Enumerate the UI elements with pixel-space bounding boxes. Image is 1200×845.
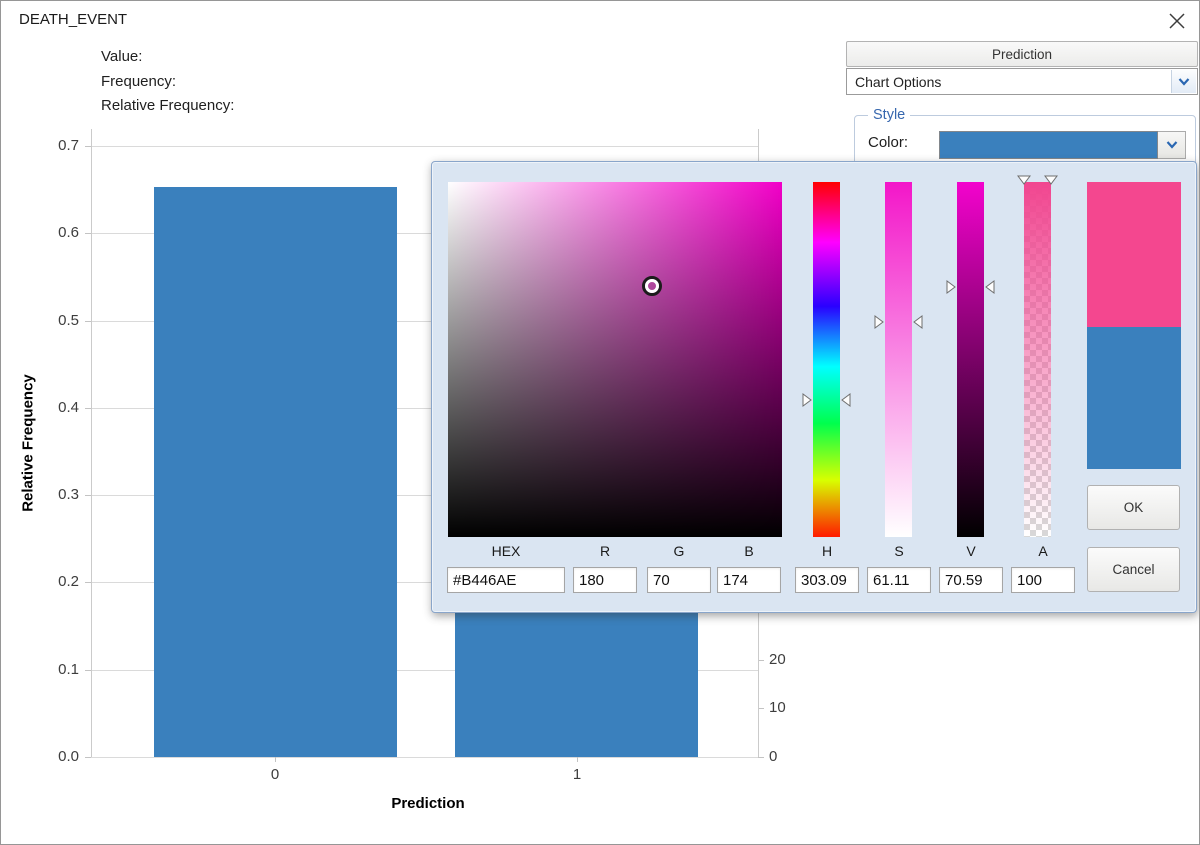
y-tick-label: 0.4 [29, 399, 79, 417]
a-field-label: A [1011, 543, 1075, 559]
r-field-label: R [573, 543, 637, 559]
new-color-swatch [1087, 182, 1181, 327]
hue-slider-handle-left[interactable] [802, 393, 812, 407]
value-slider-handle-left[interactable] [946, 280, 956, 294]
s-input[interactable] [867, 567, 931, 593]
color-selector-circle[interactable] [642, 276, 662, 296]
right-y-tick-label: 10 [769, 699, 809, 717]
right-y-tick-label: 0 [769, 748, 809, 766]
left-axis-spine [91, 129, 92, 757]
right-y-tick-label: 20 [769, 651, 809, 669]
chart-options-dropdown[interactable]: Chart Options [846, 68, 1198, 95]
ok-button[interactable]: OK [1087, 485, 1180, 530]
y-tick-label: 0.3 [29, 486, 79, 504]
right-y-tick [758, 757, 764, 758]
hue-slider[interactable] [813, 182, 840, 537]
y-tick [85, 757, 91, 758]
x-tick [275, 757, 276, 762]
h-field-label: H [795, 543, 859, 559]
v-input[interactable] [939, 567, 1003, 593]
y-tick-label: 0.1 [29, 661, 79, 679]
color-dropdown[interactable] [939, 131, 1186, 159]
prediction-header-button[interactable]: Prediction [846, 41, 1198, 67]
h-input[interactable] [795, 567, 859, 593]
y-tick-label: 0.7 [29, 137, 79, 155]
color-selector-center [645, 279, 659, 293]
window-title: DEATH_EVENT [19, 11, 127, 28]
saturation-slider[interactable] [885, 182, 912, 537]
b-field-label: B [717, 543, 781, 559]
gridline [91, 146, 758, 147]
x-tick-label: 1 [557, 766, 597, 784]
y-tick-label: 0.6 [29, 224, 79, 242]
saturation-slider-handle-right[interactable] [913, 315, 923, 329]
hex-field-label: HEX [447, 543, 565, 559]
plot-window: DEATH_EVENT Value: Frequency: Relative F… [0, 0, 1200, 845]
y-axis-label: Relative Frequency [20, 374, 37, 512]
a-input[interactable] [1011, 567, 1075, 593]
alpha-slider[interactable] [1024, 182, 1051, 537]
saturation-value-field[interactable] [448, 182, 782, 537]
color-picker-dialog: OK Cancel HEX RGBHSVA [431, 161, 1197, 613]
x-tick [577, 757, 578, 762]
current-color-swatch [1087, 327, 1181, 469]
g-field-label: G [647, 543, 711, 559]
color-label: Color: [868, 134, 908, 151]
chart-options-value: Chart Options [855, 74, 941, 90]
relative-frequency-label: Relative Frequency: [101, 97, 234, 114]
x-axis-label: Prediction [391, 795, 464, 812]
style-legend: Style [868, 107, 910, 123]
gridline [91, 757, 758, 758]
x-tick-label: 0 [255, 766, 295, 784]
close-button[interactable] [1161, 7, 1193, 35]
v-field-label: V [939, 543, 1003, 559]
value-slider-handle-right[interactable] [985, 280, 995, 294]
b-input[interactable] [717, 567, 781, 593]
saturation-slider-handle-left[interactable] [874, 315, 884, 329]
cancel-button[interactable]: Cancel [1087, 547, 1180, 592]
hue-slider-handle-right[interactable] [841, 393, 851, 407]
y-tick-label: 0.2 [29, 573, 79, 591]
s-field-label: S [867, 543, 931, 559]
g-input[interactable] [647, 567, 711, 593]
chevron-down-icon [1171, 70, 1196, 93]
alpha-slider-handle-left[interactable] [1017, 175, 1031, 185]
color-swatch [939, 131, 1158, 159]
y-tick-label: 0.0 [29, 748, 79, 766]
color-preview [1087, 182, 1181, 469]
alpha-slider-handle-right[interactable] [1044, 175, 1058, 185]
r-input[interactable] [573, 567, 637, 593]
y-tick-label: 0.5 [29, 312, 79, 330]
value-slider[interactable] [957, 182, 984, 537]
close-icon [1169, 13, 1185, 29]
hex-input[interactable] [447, 567, 565, 593]
value-label: Value: [101, 48, 142, 65]
frequency-label: Frequency: [101, 73, 176, 90]
chevron-down-icon [1158, 131, 1186, 159]
bar[interactable] [154, 187, 397, 757]
